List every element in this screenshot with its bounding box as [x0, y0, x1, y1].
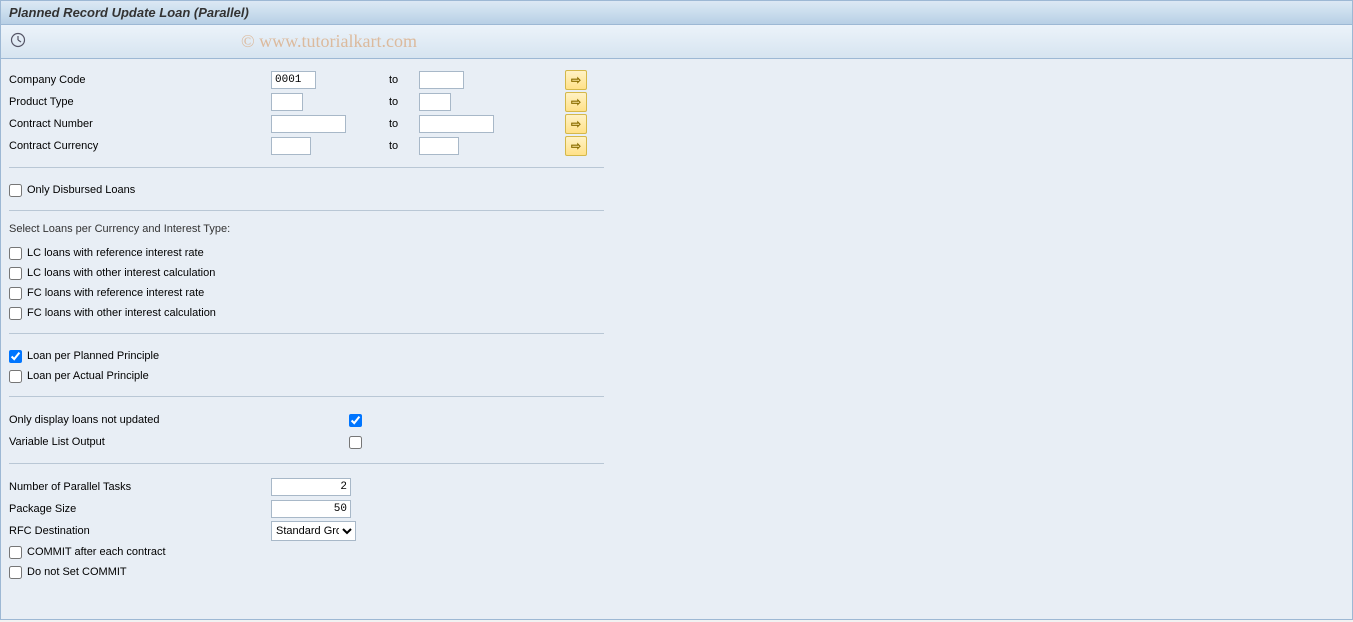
watermark-text: © www.tutorialkart.com: [241, 31, 417, 52]
page-title: Planned Record Update Loan (Parallel): [9, 5, 249, 20]
parallel-section: Number of Parallel Tasks Package Size RF…: [9, 476, 604, 592]
fc-other-label: FC loans with other interest calculation: [27, 307, 216, 319]
contract-currency-label: Contract Currency: [9, 140, 271, 152]
company-code-row: Company Code to ⇨: [9, 69, 604, 91]
only-disbursed-checkbox[interactable]: [9, 184, 22, 197]
lc-other-row: LC loans with other interest calculation: [9, 263, 604, 283]
arrow-right-icon: ⇨: [571, 117, 581, 131]
rfc-destination-select[interactable]: Standard Gro…: [271, 521, 356, 541]
content-area: Company Code to ⇨ Product Type to ⇨ Cont…: [1, 59, 1352, 614]
arrow-right-icon: ⇨: [571, 95, 581, 109]
commit-each-label: COMMIT after each contract: [27, 546, 166, 558]
lc-ref-checkbox[interactable]: [9, 247, 22, 260]
product-type-to-input[interactable]: [419, 93, 451, 111]
variable-list-row: Variable List Output: [9, 431, 604, 453]
loan-types-section: Select Loans per Currency and Interest T…: [9, 223, 604, 334]
execute-button[interactable]: [9, 31, 27, 49]
company-code-to-input[interactable]: [419, 71, 464, 89]
product-type-multi-button[interactable]: ⇨: [565, 92, 587, 112]
parallel-tasks-row: Number of Parallel Tasks: [9, 476, 604, 498]
disbursed-section: Only Disbursed Loans: [9, 180, 604, 211]
contract-number-to-input[interactable]: [419, 115, 494, 133]
planned-principle-label: Loan per Planned Principle: [27, 350, 159, 362]
company-code-from-input[interactable]: [271, 71, 316, 89]
actual-principle-checkbox[interactable]: [9, 370, 22, 383]
to-label: to: [389, 140, 419, 152]
product-type-label: Product Type: [9, 96, 271, 108]
contract-number-label: Contract Number: [9, 118, 271, 130]
variable-list-label: Variable List Output: [9, 436, 349, 448]
app-window: Planned Record Update Loan (Parallel) © …: [0, 0, 1353, 620]
fc-ref-label: FC loans with reference interest rate: [27, 287, 204, 299]
lc-other-checkbox[interactable]: [9, 267, 22, 280]
fc-other-checkbox[interactable]: [9, 307, 22, 320]
principle-section: Loan per Planned Principle Loan per Actu…: [9, 346, 604, 397]
arrow-right-icon: ⇨: [571, 139, 581, 153]
not-updated-checkbox[interactable]: [349, 414, 362, 427]
parallel-tasks-input[interactable]: [271, 478, 351, 496]
contract-number-from-input[interactable]: [271, 115, 346, 133]
no-commit-label: Do not Set COMMIT: [27, 566, 127, 578]
fc-ref-checkbox[interactable]: [9, 287, 22, 300]
fc-ref-row: FC loans with reference interest rate: [9, 283, 604, 303]
contract-number-multi-button[interactable]: ⇨: [565, 114, 587, 134]
rfc-destination-label: RFC Destination: [9, 525, 271, 537]
arrow-right-icon: ⇨: [571, 73, 581, 87]
lc-other-label: LC loans with other interest calculation: [27, 267, 215, 279]
display-options-section: Only display loans not updated Variable …: [9, 409, 604, 464]
contract-number-row: Contract Number to ⇨: [9, 113, 604, 135]
title-bar: Planned Record Update Loan (Parallel): [1, 1, 1352, 25]
commit-each-checkbox[interactable]: [9, 546, 22, 559]
company-code-label: Company Code: [9, 74, 271, 86]
not-updated-row: Only display loans not updated: [9, 409, 604, 431]
product-type-row: Product Type to ⇨: [9, 91, 604, 113]
commit-each-row: COMMIT after each contract: [9, 542, 604, 562]
actual-principle-label: Loan per Actual Principle: [27, 370, 149, 382]
package-size-row: Package Size: [9, 498, 604, 520]
no-commit-checkbox[interactable]: [9, 566, 22, 579]
not-updated-label: Only display loans not updated: [9, 414, 349, 426]
toolbar: © www.tutorialkart.com: [1, 25, 1352, 59]
parallel-tasks-label: Number of Parallel Tasks: [9, 481, 271, 493]
only-disbursed-label: Only Disbursed Loans: [27, 184, 135, 196]
package-size-label: Package Size: [9, 503, 271, 515]
lc-ref-row: LC loans with reference interest rate: [9, 243, 604, 263]
contract-currency-row: Contract Currency to ⇨: [9, 135, 604, 157]
rfc-destination-row: RFC Destination Standard Gro…: [9, 520, 604, 542]
product-type-from-input[interactable]: [271, 93, 303, 111]
variable-list-checkbox[interactable]: [349, 436, 362, 449]
package-size-input[interactable]: [271, 500, 351, 518]
selection-section: Company Code to ⇨ Product Type to ⇨ Cont…: [9, 69, 604, 168]
to-label: to: [389, 96, 419, 108]
fc-other-row: FC loans with other interest calculation: [9, 303, 604, 323]
planned-principle-row: Loan per Planned Principle: [9, 346, 604, 366]
no-commit-row: Do not Set COMMIT: [9, 562, 604, 582]
execute-clock-icon: [10, 32, 26, 48]
lc-ref-label: LC loans with reference interest rate: [27, 247, 204, 259]
to-label: to: [389, 74, 419, 86]
only-disbursed-row: Only Disbursed Loans: [9, 180, 604, 200]
loan-types-heading: Select Loans per Currency and Interest T…: [9, 223, 604, 235]
company-code-multi-button[interactable]: ⇨: [565, 70, 587, 90]
to-label: to: [389, 118, 419, 130]
contract-currency-multi-button[interactable]: ⇨: [565, 136, 587, 156]
planned-principle-checkbox[interactable]: [9, 350, 22, 363]
contract-currency-from-input[interactable]: [271, 137, 311, 155]
actual-principle-row: Loan per Actual Principle: [9, 366, 604, 386]
contract-currency-to-input[interactable]: [419, 137, 459, 155]
